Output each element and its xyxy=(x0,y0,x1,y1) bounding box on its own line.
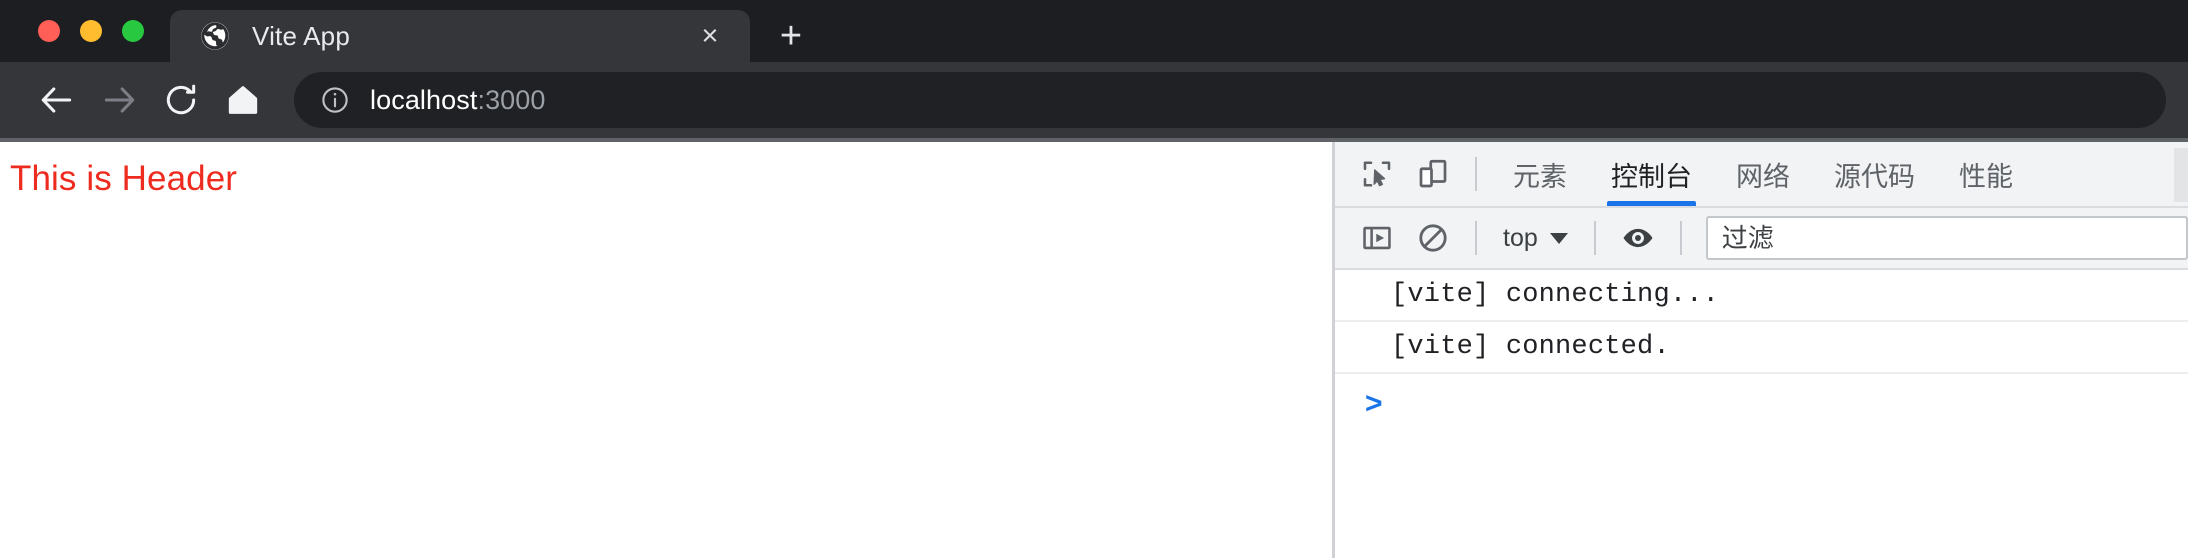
console-prompt[interactable]: > xyxy=(1335,374,2188,426)
browser-chrome: Vite App × + localhost:3000 xyxy=(0,0,2188,142)
window-close-button[interactable] xyxy=(38,20,60,42)
url-port: :3000 xyxy=(477,84,546,115)
console-toolbar-divider-1 xyxy=(1475,221,1477,255)
tab-performance[interactable]: 性能 xyxy=(1937,142,2035,206)
window-minimize-button[interactable] xyxy=(80,20,102,42)
device-toolbar-icon[interactable] xyxy=(1405,146,1461,202)
console-toolbar: top xyxy=(1335,208,2188,270)
tab-elements[interactable]: 元素 xyxy=(1491,142,1589,206)
prompt-caret-icon: > xyxy=(1365,387,1383,420)
globe-icon xyxy=(200,21,230,51)
browser-tab-title: Vite App xyxy=(252,20,350,51)
address-bar[interactable]: localhost:3000 xyxy=(294,72,2166,128)
inspect-element-icon[interactable] xyxy=(1349,146,1405,202)
close-icon[interactable]: × xyxy=(690,16,730,56)
caret-down-icon xyxy=(1549,232,1568,244)
console-context-label: top xyxy=(1503,223,1538,252)
devtools-tab-list: 元素 控制台 网络 源代码 性能 xyxy=(1491,142,2035,206)
console-toolbar-divider-3 xyxy=(1679,221,1682,255)
live-expression-eye-icon[interactable] xyxy=(1610,210,1666,266)
console-context-selector[interactable]: top xyxy=(1491,224,1580,253)
reload-icon[interactable] xyxy=(150,69,212,131)
navigation-toolbar: localhost:3000 xyxy=(0,62,2188,138)
info-circle-icon[interactable] xyxy=(320,85,350,115)
browser-window: Vite App × + localhost:3000 This is Head… xyxy=(0,0,2188,558)
toolbar-divider xyxy=(1475,157,1477,191)
console-message: [vite] connecting... xyxy=(1335,270,2188,322)
browser-tab[interactable]: Vite App × xyxy=(170,10,750,62)
console-filter-input[interactable] xyxy=(1705,216,2188,260)
tab-strip: Vite App × + xyxy=(0,0,2188,62)
new-tab-button[interactable]: + xyxy=(760,10,822,62)
viewport: This is Header 元素 控制台 网络 源代码 性能 top 过滤 [… xyxy=(0,142,2188,558)
tab-sources[interactable]: 源代码 xyxy=(1812,142,1937,206)
console-sidebar-icon[interactable] xyxy=(1349,210,1405,266)
console-message-list[interactable]: [vite] connecting... [vite] connected. > xyxy=(1335,270,2188,558)
console-toolbar-divider-2 xyxy=(1593,221,1596,255)
page-title: This is Header xyxy=(10,159,238,198)
address-bar-url: localhost:3000 xyxy=(370,85,546,116)
tab-network[interactable]: 网络 xyxy=(1714,142,1812,206)
clear-console-icon[interactable] xyxy=(1405,210,1461,266)
tab-console[interactable]: 控制台 xyxy=(1589,142,1714,206)
window-maximize-button[interactable] xyxy=(122,20,144,42)
console-message: [vite] connected. xyxy=(1335,322,2188,374)
devtools-more-tabs-button[interactable] xyxy=(2174,148,2188,202)
url-host: localhost xyxy=(370,84,478,115)
back-arrow-icon[interactable] xyxy=(26,69,88,131)
home-icon[interactable] xyxy=(212,69,274,131)
devtools-tabbar: 元素 控制台 网络 源代码 性能 xyxy=(1335,142,2188,208)
devtools-panel: 元素 控制台 网络 源代码 性能 top 过滤 [vite] connectin… xyxy=(1332,142,2188,558)
forward-arrow-icon xyxy=(88,69,150,131)
window-traffic-lights xyxy=(0,0,170,62)
page-content: This is Header xyxy=(0,142,1332,558)
